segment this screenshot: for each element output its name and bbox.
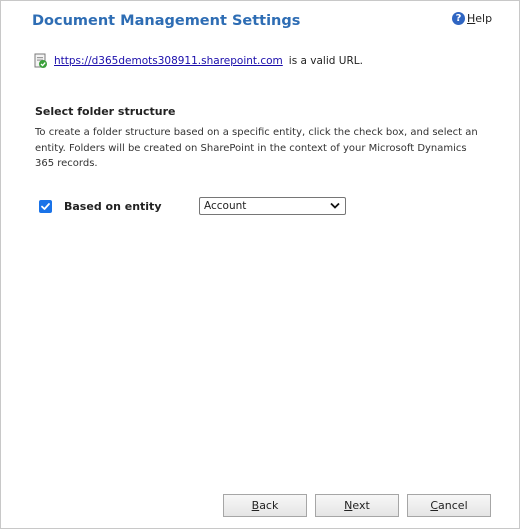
back-button[interactable]: Back (223, 494, 307, 517)
chevron-down-icon (330, 200, 340, 212)
based-on-entity-label: Based on entity (64, 199, 162, 213)
based-on-entity-row: Based on entity Account (39, 197, 346, 215)
based-on-entity-checkbox[interactable] (39, 199, 52, 213)
url-valid-text: is a valid URL. (288, 55, 363, 67)
check-icon (41, 202, 50, 210)
cancel-button[interactable]: Cancel (407, 494, 491, 517)
folder-structure-description: To create a folder structure based on a … (35, 127, 478, 169)
dialog-title: Document Management Settings (32, 13, 301, 29)
help-label: Help (467, 12, 493, 25)
entity-select-value: Account (204, 200, 247, 212)
next-button[interactable]: Next (315, 494, 399, 517)
sharepoint-site-icon (34, 53, 48, 69)
url-status-line: https://d365demots308911.sharepoint.com … (34, 53, 363, 69)
help-icon: ? (452, 12, 465, 25)
entity-select[interactable]: Account (199, 197, 346, 215)
help-link[interactable]: ? Help (452, 12, 492, 25)
sharepoint-url-link[interactable]: https://d365demots308911.sharepoint.com (54, 55, 283, 67)
document-management-dialog: Document Management Settings ? Help http… (0, 0, 520, 529)
dialog-buttons: Back Next Cancel (223, 494, 491, 517)
folder-structure-heading: Select folder structure (35, 105, 176, 118)
